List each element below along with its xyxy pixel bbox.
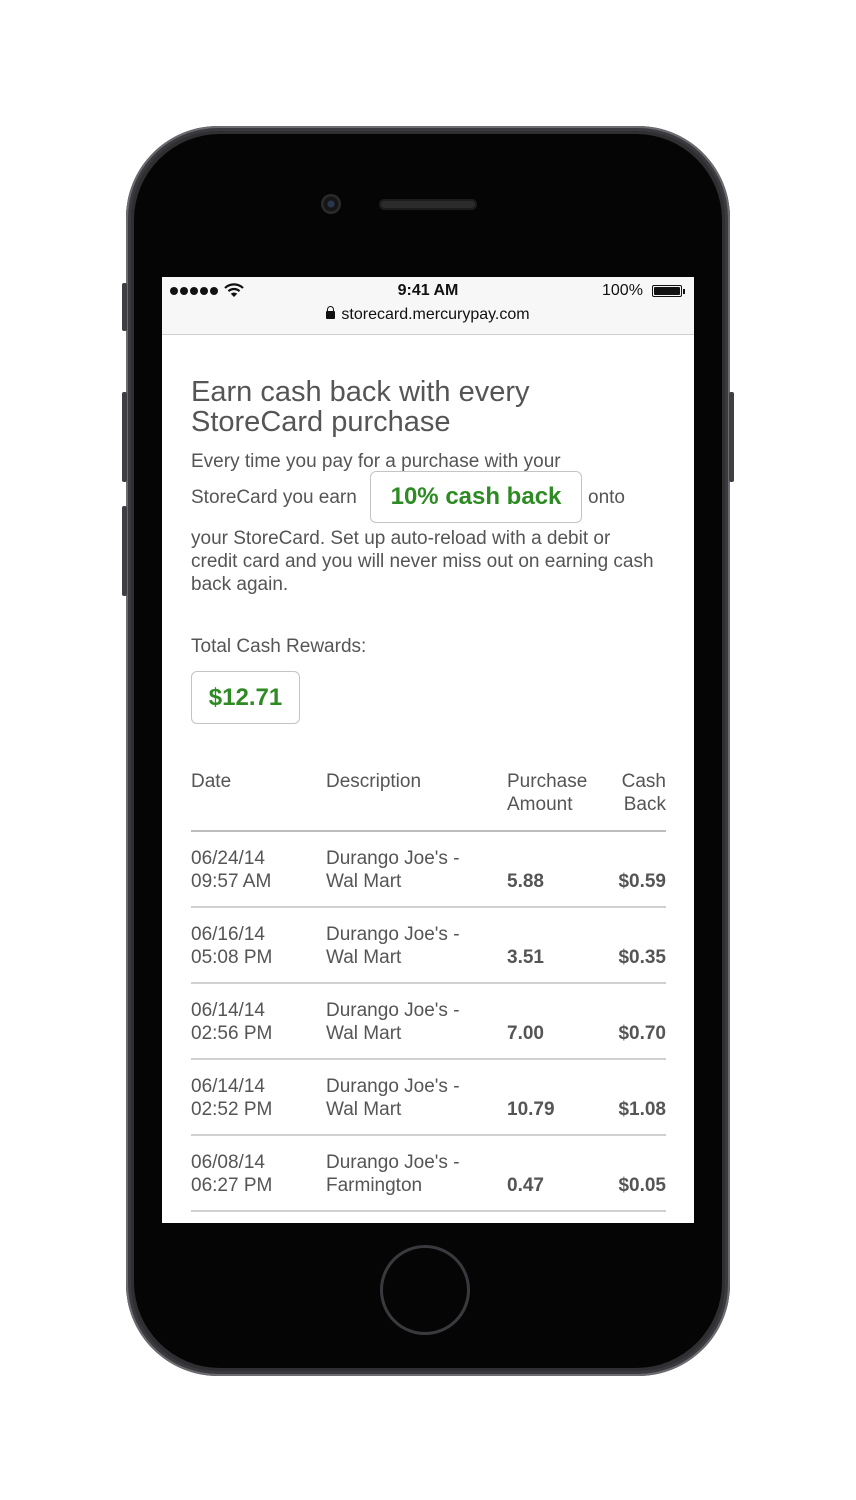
row-cash-back: $0.70	[618, 1023, 666, 1044]
table-row: 06/14/14 02:56 PM Durango Joe's - Wal Mart…	[191, 984, 666, 1060]
promo-text-line1: Every time you pay for a purchase with y…	[191, 451, 561, 472]
row-cash-back: $0.35	[618, 947, 666, 968]
volume-down-button	[122, 506, 127, 596]
table-row: 06/08/14 06:27 PM Durango Joe's - Farmingt…	[191, 1136, 666, 1212]
row-date: 06/14/14 02:52 PM	[191, 1076, 273, 1120]
volume-up-button	[122, 392, 127, 482]
row-cash-back: $0.59	[618, 871, 666, 892]
browser-status-bar: 9:41 AM 100% storecard.mercurypay.com	[162, 277, 694, 335]
cash-back-badge: 10% cash back	[370, 471, 582, 523]
header-purchase-amount: Purchase Amount	[507, 771, 588, 815]
mute-switch	[122, 283, 127, 331]
row-description: Durango Joe's - Wal Mart	[326, 1076, 460, 1120]
table-row: 06/14/14 02:52 PM Durango Joe's - Wal Mart…	[191, 1060, 666, 1136]
url-text: storecard.mercurypay.com	[341, 306, 530, 323]
header-description: Description	[326, 771, 422, 792]
row-date: 06/14/14 02:56 PM	[191, 1000, 273, 1044]
earpiece-speaker	[379, 199, 477, 210]
page-title: Earn cash back with every StoreCard purc…	[191, 376, 530, 438]
transactions-table: Date Description Purchase Amount Cash Ba…	[191, 770, 666, 1212]
total-rewards-value: $12.71	[191, 671, 300, 724]
promo-text-line2: StoreCard you earn 10% cash back onto	[191, 471, 666, 523]
row-description: Durango Joe's - Farmington	[326, 1152, 460, 1196]
row-cash-back: $0.05	[618, 1175, 666, 1196]
promo-text-rest: your StoreCard. Set up auto-reload with …	[191, 528, 654, 595]
page-content: Earn cash back with every StoreCard purc…	[191, 376, 666, 1212]
table-row: 06/24/14 09:57 AM Durango Joe's - Wal Mart…	[191, 832, 666, 908]
row-description: Durango Joe's - Wal Mart	[326, 1000, 460, 1044]
row-amount: 0.47	[507, 1175, 544, 1196]
table-header: Date Description Purchase Amount Cash Ba…	[191, 770, 666, 832]
table-row: 06/16/14 05:08 PM Durango Joe's - Wal Mart…	[191, 908, 666, 984]
row-date: 06/16/14 05:08 PM	[191, 924, 273, 968]
battery-percent: 100%	[602, 282, 643, 299]
battery-icon	[652, 285, 682, 297]
front-camera	[321, 194, 341, 214]
promo-text-post: onto	[588, 487, 625, 508]
lock-icon	[326, 306, 336, 319]
row-amount: 10.79	[507, 1099, 555, 1120]
row-amount: 5.88	[507, 871, 544, 892]
home-button[interactable]	[380, 1245, 470, 1335]
row-description: Durango Joe's - Wal Mart	[326, 848, 460, 892]
row-date: 06/24/14 09:57 AM	[191, 848, 272, 892]
row-amount: 7.00	[507, 1023, 544, 1044]
row-amount: 3.51	[507, 947, 544, 968]
header-date: Date	[191, 771, 232, 792]
row-cash-back: $1.08	[618, 1099, 666, 1120]
row-date: 06/08/14 06:27 PM	[191, 1152, 273, 1196]
row-description: Durango Joe's - Wal Mart	[326, 924, 460, 968]
total-rewards-label: Total Cash Rewards:	[191, 636, 367, 657]
battery-tip	[683, 289, 685, 294]
power-button	[729, 392, 734, 482]
address-bar[interactable]: storecard.mercurypay.com	[162, 306, 694, 324]
promo-text-pre: StoreCard you earn	[191, 487, 357, 508]
header-cash-back: Cash Back	[621, 771, 666, 815]
phone-screen: 9:41 AM 100% storecard.mercurypay.com Ea…	[162, 277, 694, 1223]
